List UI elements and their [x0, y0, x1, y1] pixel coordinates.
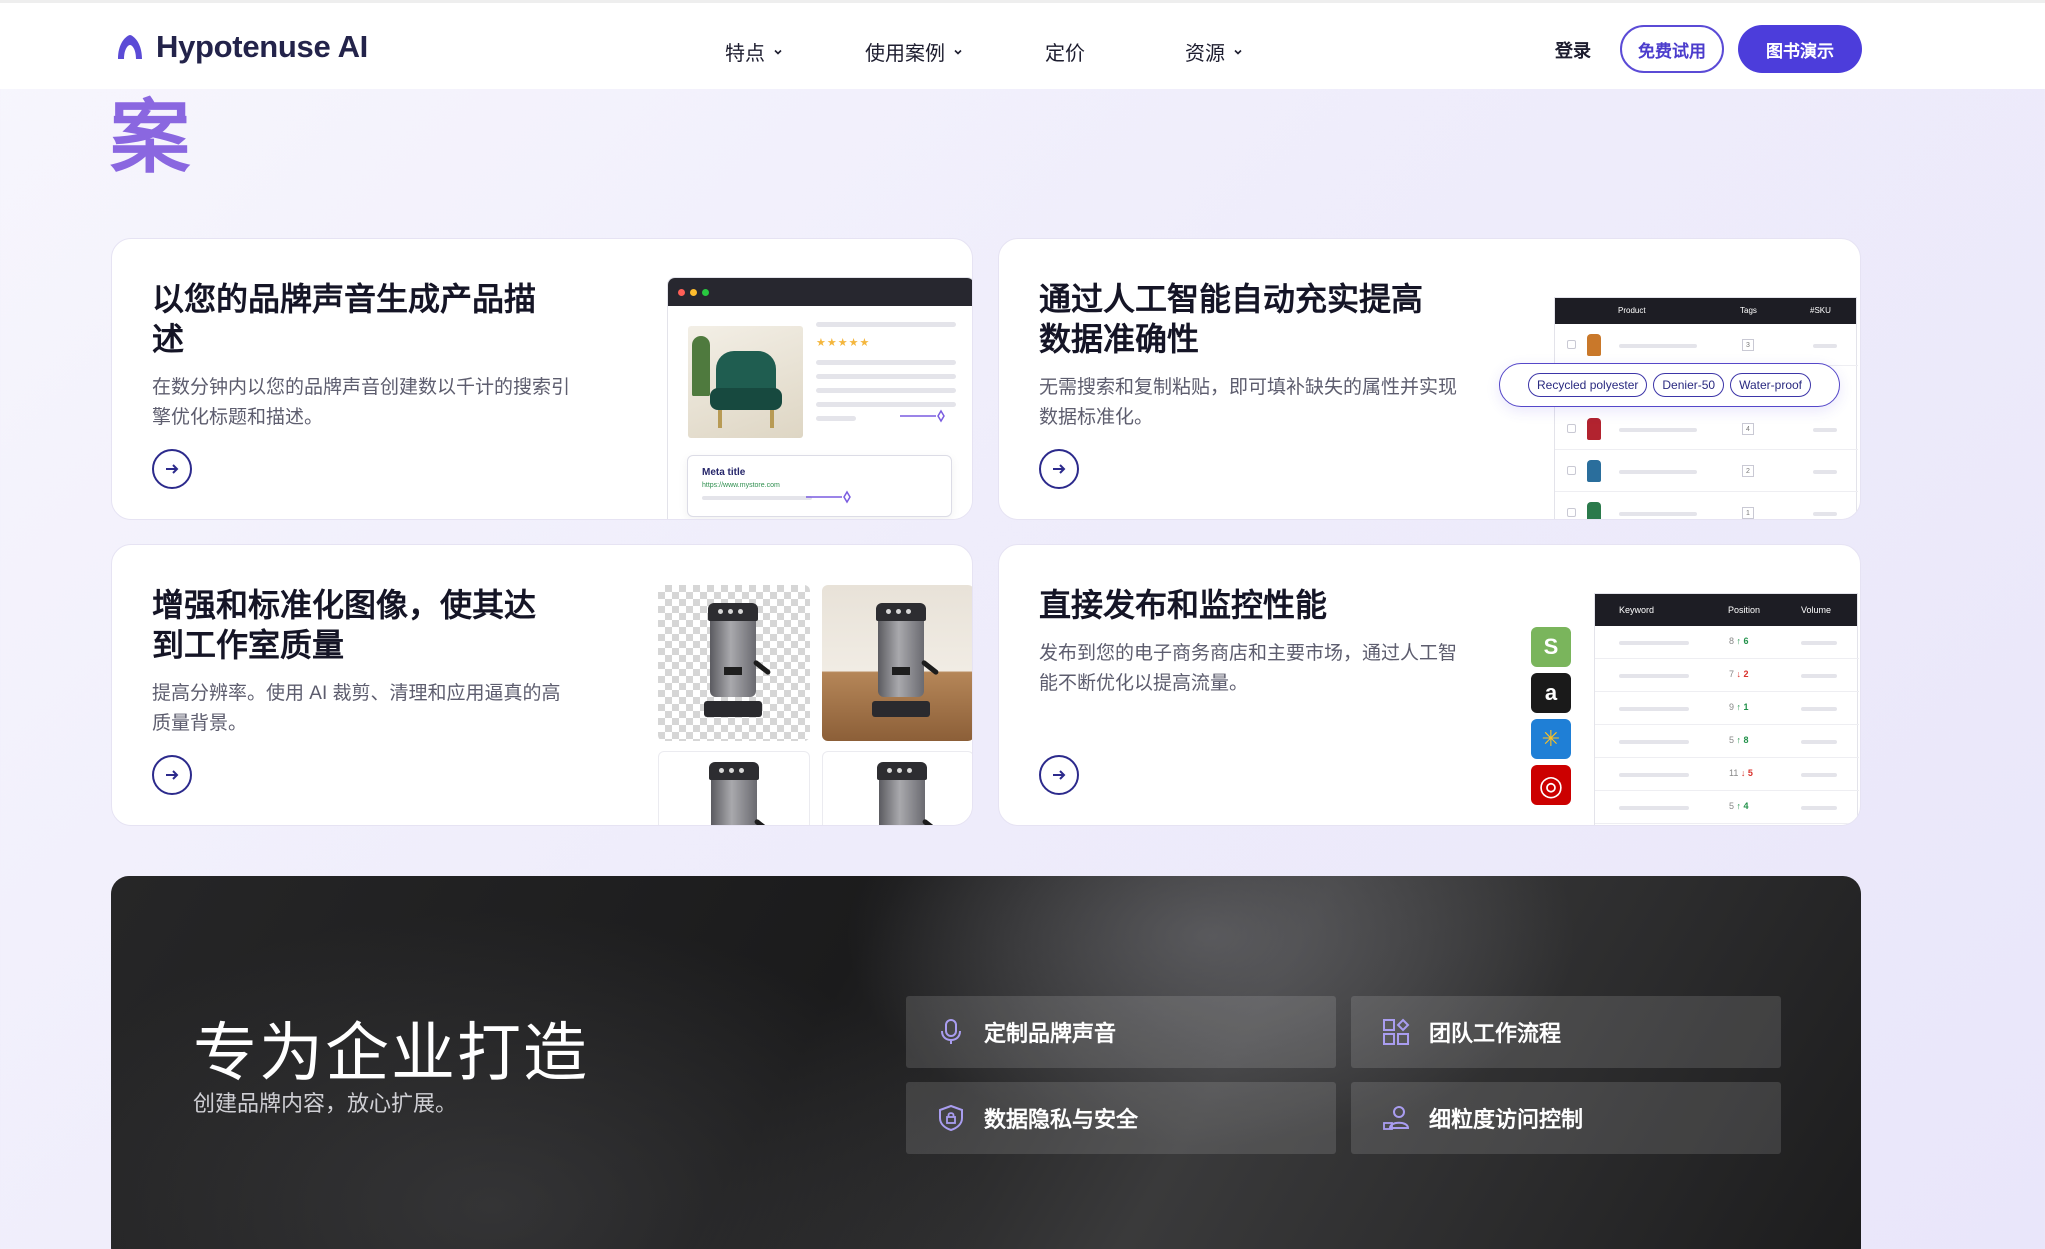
nav-item-pricing[interactable]: 定价 [1045, 37, 1085, 66]
card-title: 以您的品牌声音生成产品描述 [152, 281, 537, 357]
arrow-right-icon [166, 770, 179, 780]
microphone-icon [941, 1019, 961, 1044]
section-heading-fragment: 案 [110, 93, 190, 182]
tag-chip: Water-proof [1730, 373, 1811, 397]
feature-brand-voice[interactable]: 定制品牌声音 [906, 996, 1336, 1068]
shield-lock-icon [939, 1104, 963, 1132]
column-header: Tags [1740, 306, 1757, 315]
chevron-down-icon [774, 49, 782, 55]
table-row: 4 [1555, 408, 1858, 450]
arrow-right-icon [1053, 770, 1066, 780]
tag-chip: Denier-50 [1653, 373, 1725, 397]
enterprise-section: 专为企业打造 创建品牌内容，放心扩展。 定制品牌声音 团队工作流程 数据隐私与安… [111, 876, 1861, 1249]
workflow-grid-icon [1383, 1018, 1410, 1045]
feature-card-publish-monitor[interactable]: 直接发布和监控性能 发布到您的电子商务商店和主要市场，通过人工智能不断优化以提高… [998, 544, 1861, 826]
tag-count: 2 [1742, 465, 1754, 477]
logo-icon [118, 35, 142, 59]
generated-tags-pill: Recycled polyester Denier-50 Water-proof [1499, 363, 1840, 407]
card-description: 发布到您的电子商务商店和主要市场，通过人工智能不断优化以提高流量。 [1039, 643, 1458, 694]
brand-logo[interactable]: Hypotenuse AI [114, 29, 368, 65]
card-title: 增强和标准化图像，使其达到工作室质量 [152, 587, 537, 663]
column-header: #SKU [1810, 306, 1831, 315]
feature-label: 团队工作流程 [1429, 1021, 1562, 1046]
brand-name: Hypotenuse AI [156, 29, 368, 64]
feature-label: 定制品牌声音 [984, 1021, 1117, 1046]
nav-item-use-cases[interactable]: 使用案例 [865, 37, 963, 66]
product-image-transparent [658, 585, 810, 741]
card-description: 无需搜索和复制粘贴，即可填补缺失的属性并实现数据标准化。 [1039, 377, 1458, 428]
card-title: 直接发布和监控性能 [1039, 587, 1328, 623]
feature-label: 数据隐私与安全 [984, 1107, 1139, 1132]
top-navbar: Hypotenuse AI 特点 使用案例 定价 资源 登录 免费试用 图书演示 [0, 0, 2045, 89]
nav-item-resources[interactable]: 资源 [1185, 37, 1243, 66]
shopify-icon: S [1531, 627, 1571, 667]
tag-count: 3 [1742, 339, 1754, 351]
feature-access-control[interactable]: 细粒度访问控制 [1351, 1082, 1781, 1154]
tag-count: 1 [1742, 507, 1754, 519]
product-image-white-background [658, 751, 810, 825]
meta-preview: Meta title https://www.mystore.com [687, 455, 952, 517]
table-header: Keyword Position Volume [1595, 594, 1857, 626]
chevron-down-icon [1234, 49, 1242, 55]
table-row: 9 ↑ 1 [1595, 692, 1859, 725]
product-image-kitchen-background [822, 585, 972, 741]
table-row: 5 ↑ 4 [1595, 791, 1859, 824]
meta-url-label: https://www.mystore.com [702, 482, 780, 489]
user-access-icon [1383, 1106, 1410, 1130]
nav-item-label: 定价 [1045, 43, 1085, 65]
feature-team-workflow[interactable]: 团队工作流程 [1351, 996, 1781, 1068]
arrow-right-icon [166, 464, 179, 474]
nav-item-label: 特点 [725, 43, 765, 65]
arrow-right-icon [1053, 464, 1066, 474]
column-header: Volume [1801, 605, 1832, 615]
sparkle-arrow-icon [900, 409, 945, 423]
feature-card-image-enhancement[interactable]: 增强和标准化图像，使其达到工作室质量 提高分辨率。使用 AI 裁剪、清理和应用逼… [111, 544, 973, 826]
card-arrow-button[interactable] [1039, 755, 1079, 795]
product-attributes-table: Product Tags #SKU 3 4 2 1 [1554, 297, 1858, 519]
sparkle-arrow-icon [806, 490, 851, 504]
keyword-rankings-table: Keyword Position Volume 8 ↑ 6 7 ↓ 2 9 ↑ … [1594, 593, 1859, 825]
table-row: 5 ↑ 8 [1595, 725, 1859, 758]
column-header: Position [1728, 605, 1761, 615]
tag-chip: Recycled polyester [1528, 373, 1648, 397]
table-header: Product Tags #SKU [1555, 298, 1856, 324]
enterprise-subtitle: 创建品牌内容，放心扩展。 [193, 1091, 458, 1116]
product-image-white-background [822, 751, 972, 825]
card-title: 通过人工智能自动充实提高数据准确性 [1039, 281, 1424, 357]
column-header: Keyword [1619, 605, 1655, 615]
book-demo-button[interactable]: 图书演示 [1738, 25, 1862, 73]
table-row: 11 ↓ 5 [1595, 758, 1859, 791]
table-row: 1 [1555, 492, 1858, 519]
feature-privacy-security[interactable]: 数据隐私与安全 [906, 1082, 1336, 1154]
card-arrow-button[interactable] [152, 755, 192, 795]
login-link[interactable]: 登录 [1555, 37, 1591, 63]
target-icon: ◎ [1531, 765, 1571, 805]
card-arrow-button[interactable] [1039, 449, 1079, 489]
card-description: 在数分钟内以您的品牌声音创建数以千计的搜索引擎优化标题和描述。 [152, 377, 571, 428]
nav-item-label: 资源 [1185, 43, 1225, 65]
column-header: Product [1618, 306, 1646, 315]
meta-title-label: Meta title [702, 467, 746, 478]
free-trial-button[interactable]: 免费试用 [1620, 25, 1724, 73]
table-row: 8 ↑ 6 [1595, 626, 1859, 659]
walmart-icon: ✳ [1531, 719, 1571, 759]
feature-card-product-descriptions[interactable]: 以您的品牌声音生成产品描述 在数分钟内以您的品牌声音创建数以千计的搜索引擎优化标… [111, 238, 973, 520]
card-arrow-button[interactable] [152, 449, 192, 489]
nav-item-features[interactable]: 特点 [725, 37, 783, 66]
table-row: 3 [1555, 324, 1858, 366]
feature-label: 细粒度访问控制 [1429, 1107, 1584, 1132]
feature-card-data-enrichment[interactable]: 通过人工智能自动充实提高数据准确性 无需搜索和复制粘贴，即可填补缺失的属性并实现… [998, 238, 1861, 520]
product-image-chair [688, 326, 803, 438]
amazon-icon: a [1531, 673, 1571, 713]
nav-item-label: 使用案例 [865, 43, 945, 65]
table-row: 7 ↓ 2 [1595, 659, 1859, 692]
rating-stars: ★★★★★ [816, 337, 871, 349]
table-row: 2 [1555, 450, 1858, 492]
chevron-down-icon [954, 49, 962, 55]
tag-count: 4 [1742, 423, 1754, 435]
enterprise-title: 专为企业打造 [193, 1017, 589, 1089]
browser-bar [668, 278, 972, 306]
card-description: 提高分辨率。使用 AI 裁剪、清理和应用逼真的高质量背景。 [152, 683, 561, 734]
